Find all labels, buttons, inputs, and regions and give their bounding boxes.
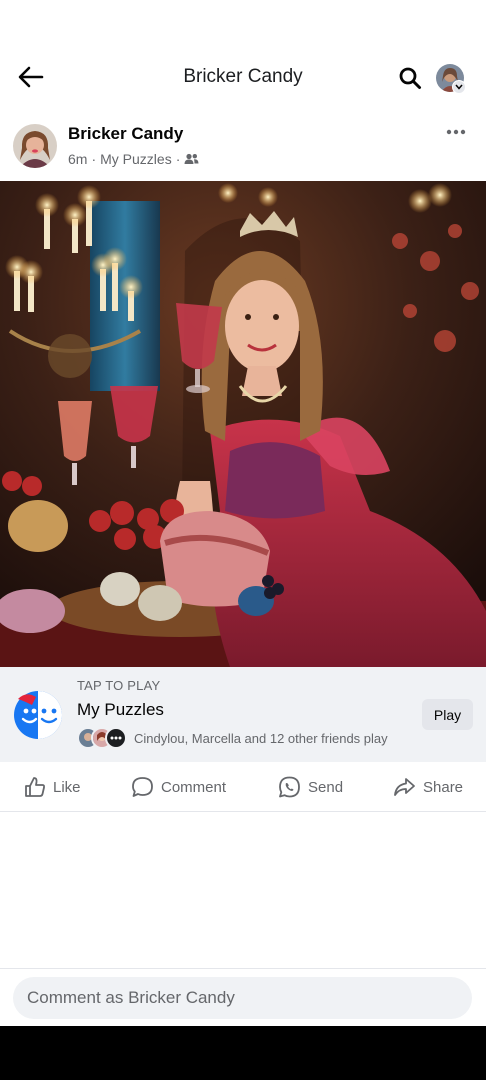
- system-navigation-bar: [0, 1026, 486, 1080]
- like-button[interactable]: Like: [24, 776, 81, 798]
- comment-composer: Comment as Bricker Candy: [0, 968, 486, 1026]
- meta-separator-2: ·: [175, 151, 181, 167]
- post-time: 6m: [68, 151, 88, 167]
- share-arrow-icon: [394, 778, 415, 796]
- game-logo: [12, 687, 64, 739]
- author-avatar[interactable]: [13, 124, 57, 168]
- author-name[interactable]: Bricker Candy: [68, 124, 183, 144]
- tap-to-play-label: TAP TO PLAY: [77, 678, 161, 693]
- post-photo[interactable]: [0, 181, 486, 667]
- search-icon: [399, 67, 421, 89]
- friends-text: Cindylou, Marcella and 12 other friends …: [134, 730, 388, 746]
- post-group[interactable]: My Puzzles: [100, 151, 172, 167]
- send-label: Send: [308, 778, 344, 796]
- search-button[interactable]: [396, 64, 424, 92]
- comment-button[interactable]: Comment: [131, 776, 226, 798]
- chevron-down-icon[interactable]: [452, 80, 466, 94]
- comment-label: Comment: [161, 778, 227, 796]
- play-button[interactable]: Play: [422, 699, 473, 730]
- comment-input[interactable]: Comment as Bricker Candy: [13, 977, 472, 1019]
- friends-audience-icon: [184, 153, 199, 164]
- share-button[interactable]: Share: [393, 776, 463, 798]
- game-title[interactable]: My Puzzles: [77, 700, 164, 720]
- whatsapp-icon: [279, 776, 300, 798]
- post-meta: 6m · My Puzzles ·: [68, 151, 199, 167]
- friends-playing: Cindylou, Marcella and 12 other friends …: [77, 726, 388, 750]
- more-dots-icon: [446, 129, 466, 135]
- more-options-button[interactable]: [442, 122, 470, 142]
- instant-game-card[interactable]: TAP TO PLAY My Puzzles Cindylou, Marcell…: [0, 667, 486, 762]
- share-label: Share: [423, 778, 464, 796]
- like-label: Like: [53, 778, 81, 796]
- comment-bubble-icon: [132, 777, 153, 797]
- top-bar: Bricker Candy: [0, 0, 486, 112]
- post-action-bar: Like Comment Send Share: [0, 762, 486, 812]
- meta-separator: ·: [91, 151, 97, 167]
- more-friends-icon: [105, 727, 127, 749]
- send-button[interactable]: Send: [278, 776, 343, 798]
- post-header: Bricker Candy 6m · My Puzzles ·: [0, 118, 486, 180]
- thumbs-up-icon: [25, 777, 45, 797]
